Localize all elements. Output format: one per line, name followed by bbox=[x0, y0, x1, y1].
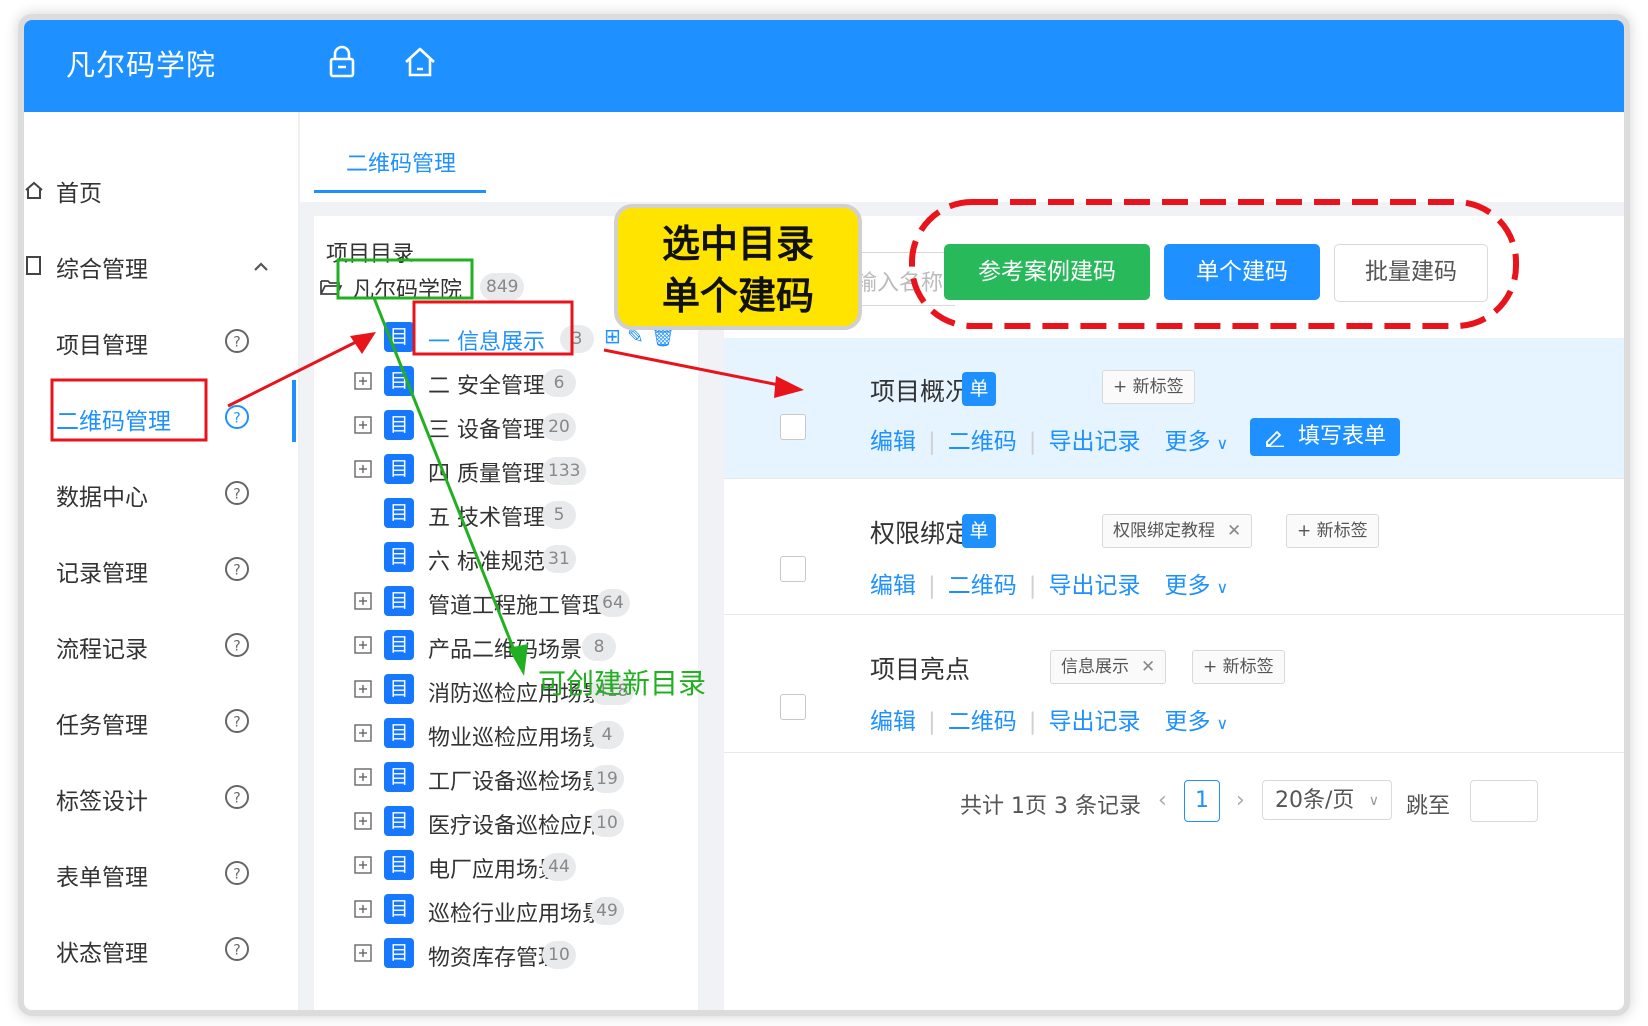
highlight-box-sidebar bbox=[50, 378, 208, 442]
highlight-ellipse-buttons bbox=[909, 199, 1519, 329]
callout-line: 选中目录 bbox=[661, 222, 814, 266]
app-window: 凡尔码学院 首页 综合管理 项目管理 ? 二维码管理 ? 数据中心 ? 记录管理… bbox=[18, 14, 1630, 1016]
callout-note: 选中目录 单个建码 bbox=[614, 204, 862, 330]
callout-line: 单个建码 bbox=[661, 274, 814, 318]
arrow-line bbox=[603, 348, 785, 388]
highlight-box-root bbox=[336, 258, 474, 300]
arrow-head bbox=[508, 644, 528, 676]
green-annotation: 可创建新目录 bbox=[538, 667, 707, 700]
arrow-line bbox=[227, 336, 365, 408]
annotation-overlay bbox=[50, 199, 1519, 676]
arrow-head bbox=[774, 376, 804, 398]
highlight-box-node bbox=[412, 300, 574, 356]
arrow-line bbox=[372, 297, 520, 661]
